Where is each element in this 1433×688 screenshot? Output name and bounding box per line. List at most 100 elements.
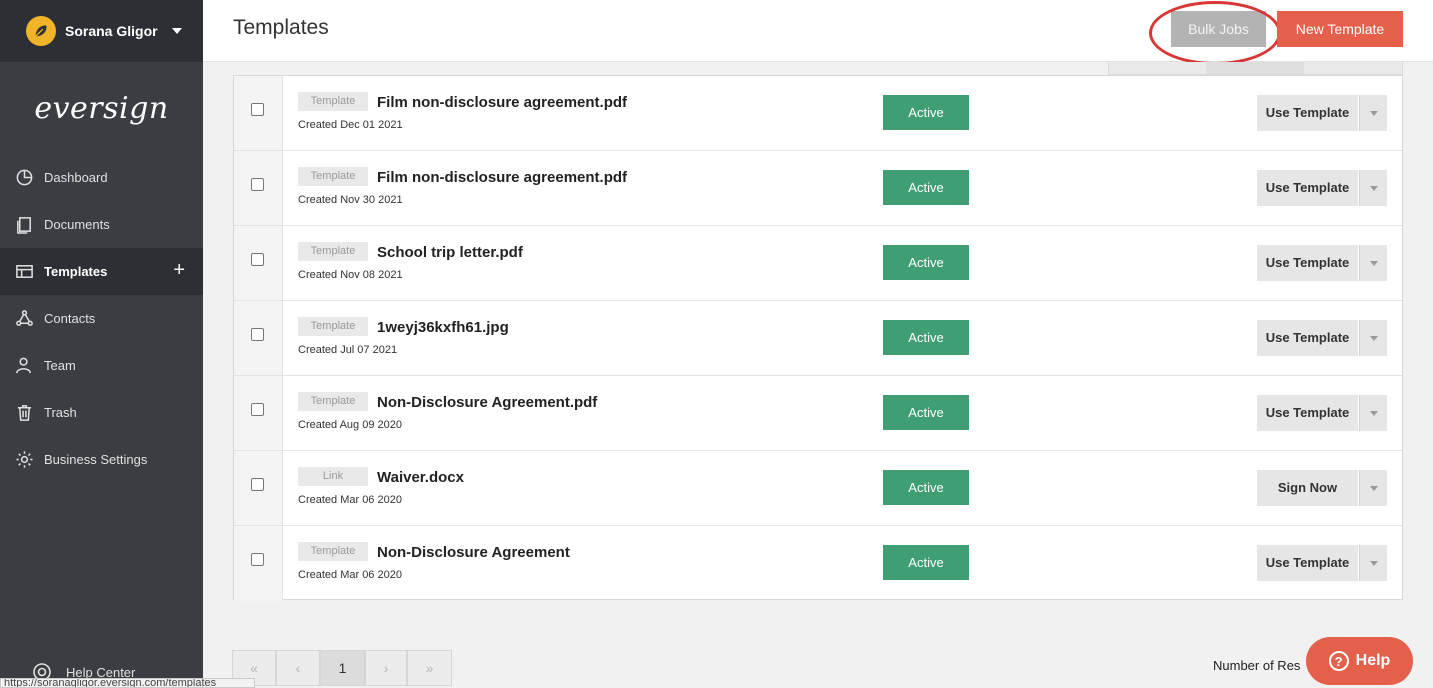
use-template-button[interactable]: Use Template	[1257, 170, 1358, 206]
filter-tab-active[interactable]	[1206, 62, 1304, 74]
sidebar-item-documents[interactable]: Documents	[0, 201, 203, 248]
checkbox-cell	[234, 526, 283, 601]
chevron-down-icon[interactable]	[1359, 545, 1387, 581]
type-badge: Template	[298, 542, 368, 561]
contacts-icon	[14, 309, 34, 329]
row-checkbox[interactable]	[251, 253, 264, 266]
new-template-button[interactable]: New Template	[1277, 11, 1403, 47]
status-badge: Active	[883, 170, 969, 205]
status-badge: Active	[883, 395, 969, 430]
row-checkbox[interactable]	[251, 553, 264, 566]
user-menu[interactable]: Sorana Gligor	[0, 0, 203, 62]
type-badge: Template	[298, 92, 368, 111]
document-name[interactable]: Film non-disclosure agreement.pdf	[377, 94, 627, 111]
status-badge: Active	[883, 95, 969, 130]
leaf-icon	[35, 25, 47, 37]
question-icon: ?	[1328, 651, 1349, 671]
sidebar-item-contacts[interactable]: Contacts	[0, 295, 203, 342]
chevron-down-icon[interactable]	[171, 28, 182, 34]
checkbox-cell	[234, 376, 283, 450]
sidebar-item-team[interactable]: Team	[0, 342, 203, 389]
sidebar-item-trash[interactable]: Trash	[0, 389, 203, 436]
row-checkbox[interactable]	[251, 103, 264, 116]
next-page-button[interactable]: ›	[365, 650, 407, 686]
page-1-button[interactable]: 1	[320, 650, 365, 686]
document-name[interactable]: Waiver.docx	[377, 469, 464, 486]
table-row: Template Film non-disclosure agreement.p…	[234, 151, 1402, 226]
use-template-button[interactable]: Use Template	[1257, 320, 1358, 356]
created-date: Created Mar 06 2020	[298, 569, 402, 581]
table-row: Template School trip letter.pdf Created …	[234, 226, 1402, 301]
table-row: Link Waiver.docx Created Mar 06 2020 Act…	[234, 451, 1402, 526]
checkbox-cell	[234, 451, 283, 525]
gear-icon	[14, 450, 34, 470]
type-badge: Link	[298, 467, 368, 486]
bulk-jobs-button[interactable]: Bulk Jobs	[1171, 11, 1266, 47]
last-page-button[interactable]: »	[407, 650, 452, 686]
sidebar-item-label: Documents	[44, 217, 110, 232]
status-badge: Active	[883, 245, 969, 280]
sidebar-item-business-settings[interactable]: Business Settings	[0, 436, 203, 483]
add-template-icon[interactable]: +	[173, 259, 185, 282]
filter-tabs[interactable]	[1108, 62, 1403, 75]
help-label: Help	[1355, 652, 1391, 669]
table-row: Template Non-Disclosure Agreement Create…	[234, 526, 1402, 601]
row-checkbox[interactable]	[251, 178, 264, 191]
templates-table: Template Film non-disclosure agreement.p…	[233, 75, 1403, 601]
document-name[interactable]: Non-Disclosure Agreement	[377, 544, 570, 561]
checkbox-cell	[234, 226, 283, 300]
chevron-down-icon[interactable]	[1359, 470, 1387, 506]
sidebar-item-templates[interactable]: Templates +	[0, 248, 203, 295]
use-template-button[interactable]: Use Template	[1257, 395, 1358, 431]
avatar	[26, 16, 56, 46]
created-date: Created Nov 08 2021	[298, 269, 403, 281]
chevron-down-icon[interactable]	[1359, 395, 1387, 431]
chevron-down-icon[interactable]	[1359, 320, 1387, 356]
chevron-down-icon[interactable]	[1359, 170, 1387, 206]
type-badge: Template	[298, 167, 368, 186]
document-name[interactable]: School trip letter.pdf	[377, 244, 523, 261]
row-checkbox[interactable]	[251, 403, 264, 416]
number-of-results-label: Number of Res	[1213, 658, 1301, 673]
documents-icon	[14, 215, 34, 235]
page-title: Templates	[233, 16, 329, 39]
help-button[interactable]: ? Help	[1306, 637, 1413, 685]
sidebar: Sorana Gligor eversign Dashboard Documen…	[0, 0, 203, 688]
created-date: Created Dec 01 2021	[298, 119, 403, 131]
use-template-button[interactable]: Use Template	[1257, 245, 1358, 281]
document-name[interactable]: Film non-disclosure agreement.pdf	[377, 169, 627, 186]
trash-icon	[14, 403, 34, 423]
table-row: Template 1weyj36kxfh61.jpg Created Jul 0…	[234, 301, 1402, 376]
team-icon	[14, 356, 34, 376]
status-badge: Active	[883, 545, 969, 580]
created-date: Created Mar 06 2020	[298, 494, 402, 506]
status-badge: Active	[883, 470, 969, 505]
prev-page-button[interactable]: ‹	[276, 650, 320, 686]
table-row: Template Non-Disclosure Agreement.pdf Cr…	[234, 376, 1402, 451]
chevron-down-icon[interactable]	[1359, 95, 1387, 131]
type-badge: Template	[298, 242, 368, 261]
sidebar-item-dashboard[interactable]: Dashboard	[0, 154, 203, 201]
use-template-button[interactable]: Use Template	[1257, 95, 1358, 131]
use-template-button[interactable]: Use Template	[1257, 545, 1358, 581]
pie-chart-icon	[14, 168, 34, 188]
table-row: Template Film non-disclosure agreement.p…	[234, 76, 1402, 151]
sign-now-button[interactable]: Sign Now	[1257, 470, 1358, 506]
document-name[interactable]: 1weyj36kxfh61.jpg	[377, 319, 509, 336]
chevron-down-icon[interactable]	[1359, 245, 1387, 281]
sidebar-item-label: Trash	[44, 405, 77, 420]
checkbox-cell	[234, 301, 283, 375]
document-name[interactable]: Non-Disclosure Agreement.pdf	[377, 394, 597, 411]
created-date: Created Nov 30 2021	[298, 194, 403, 206]
row-checkbox[interactable]	[251, 328, 264, 341]
created-date: Created Jul 07 2021	[298, 344, 398, 356]
eversign-logo[interactable]: eversign	[0, 62, 203, 154]
created-date: Created Aug 09 2020	[298, 419, 402, 431]
status-badge: Active	[883, 320, 969, 355]
type-badge: Template	[298, 392, 368, 411]
sidebar-item-label: Team	[44, 358, 76, 373]
row-checkbox[interactable]	[251, 478, 264, 491]
page-header: Templates Bulk Jobs New Template	[203, 0, 1433, 65]
sidebar-item-label: Contacts	[44, 311, 96, 326]
status-url: https://soranagligor.eversign.com/templa…	[0, 678, 255, 688]
